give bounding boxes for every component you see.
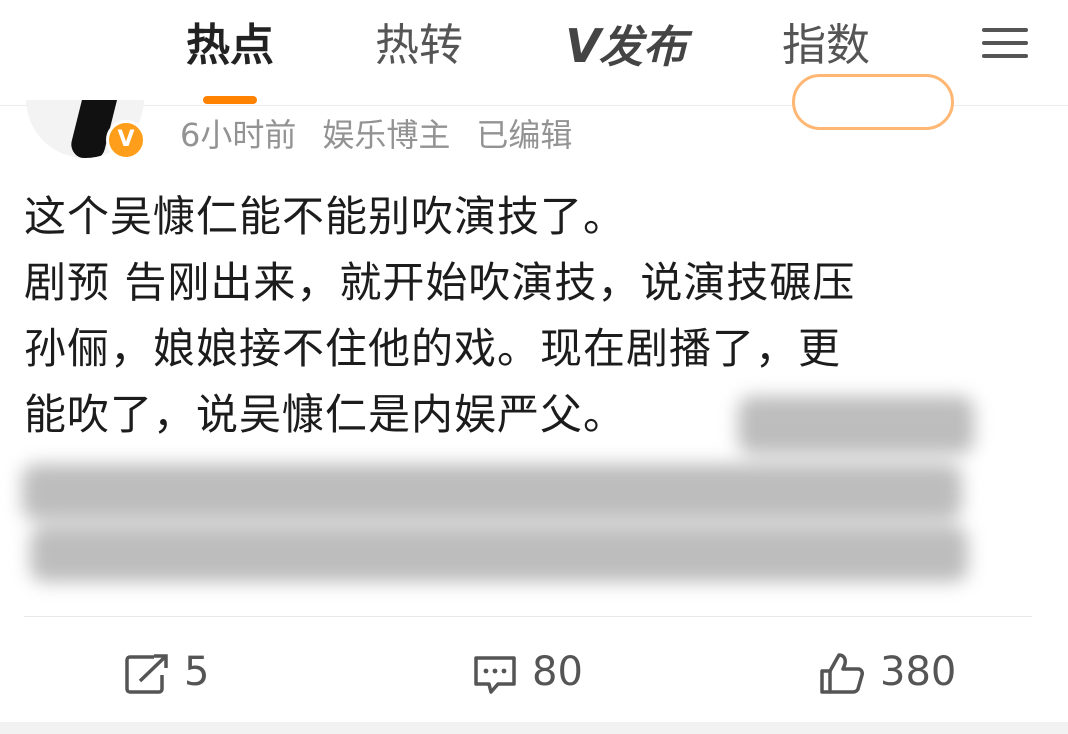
repost-count: 5 (184, 649, 210, 695)
repost-button[interactable]: 5 (124, 640, 209, 704)
bottom-separator (0, 722, 1068, 734)
comment-icon (474, 656, 516, 694)
blurred-text-region (0, 0, 1068, 734)
like-button[interactable]: 380 (818, 640, 956, 704)
comment-button[interactable]: 80 (472, 640, 583, 704)
repost-icon (125, 654, 168, 694)
like-icon (820, 653, 864, 694)
like-count: 380 (880, 649, 957, 695)
comment-count: 80 (532, 649, 583, 695)
action-bar-divider (24, 616, 1032, 617)
weibo-post-page: 热点 热转 V发布 指数 V 6小时前 娱乐博主 已编辑 这个吴慷仁能不能别吹演技了… (0, 0, 1068, 734)
